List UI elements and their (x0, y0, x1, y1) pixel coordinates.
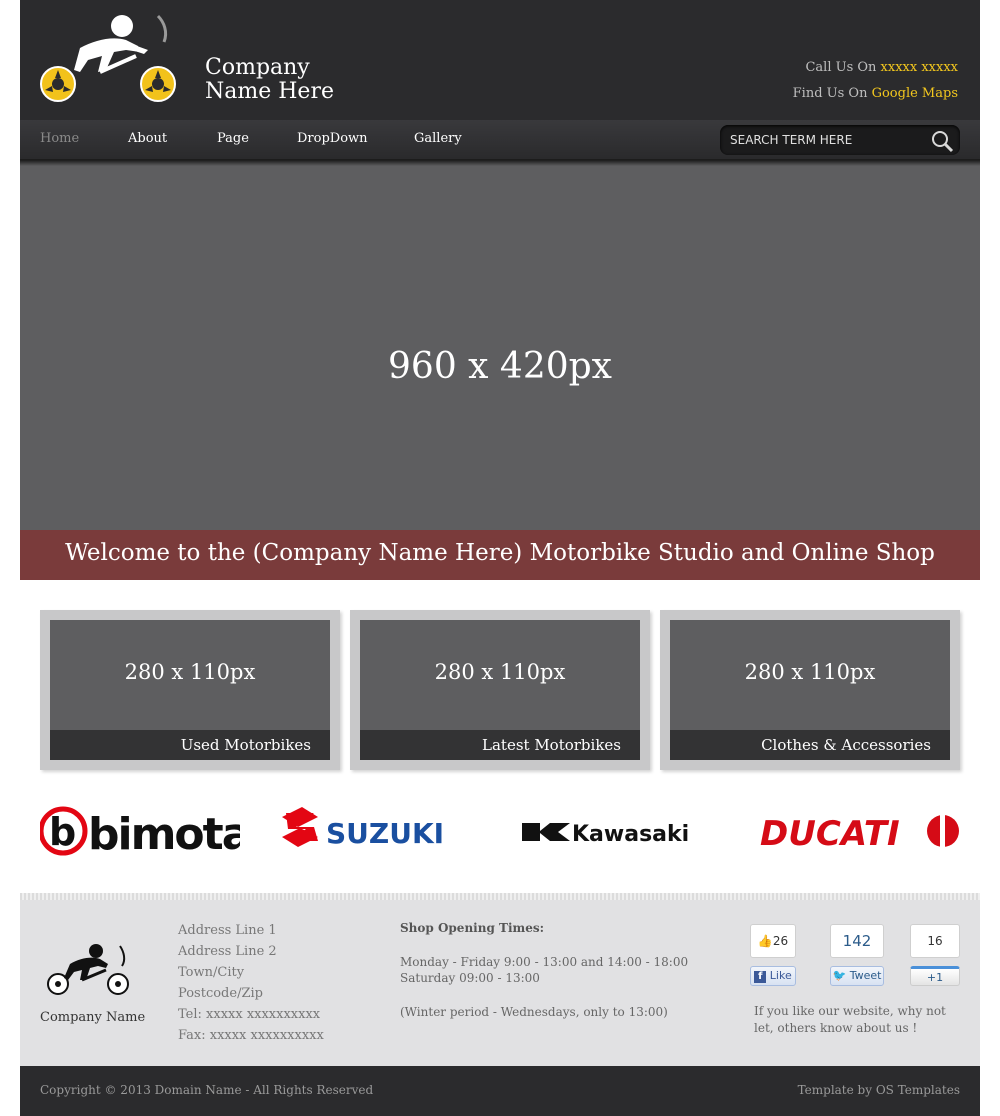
hero-slider[interactable]: 960 x 420px (20, 160, 980, 530)
feature-caption[interactable]: Latest Motorbikes (360, 730, 640, 760)
share-note: If you like our website, why not let, ot… (754, 1004, 946, 1035)
motorbike-rider-icon[interactable] (40, 12, 180, 104)
nav-item-about[interactable]: About (128, 131, 167, 146)
kawasaki-logo[interactable]: Kawasaki (520, 805, 720, 857)
feature-image-placeholder: 280 x 110px (434, 660, 566, 684)
template-credit-link[interactable]: Template by OS Templates (798, 1083, 960, 1097)
feature-card-used[interactable]: 280 x 110px Used Motorbikes (40, 610, 340, 770)
find-us: Find Us On Google Maps (792, 86, 958, 101)
opening-hours: Shop Opening Times: Monday - Friday 9:00… (400, 920, 688, 1020)
feature-caption[interactable]: Clothes & Accessories (670, 730, 950, 760)
welcome-banner: Welcome to the (Company Name Here) Motor… (20, 530, 980, 580)
bimota-logo[interactable]: b bimota (40, 805, 240, 857)
nav-item-home[interactable]: Home (40, 131, 79, 146)
thumbs-up-icon: 👍 (757, 934, 773, 948)
tweet-count: 142 (830, 924, 884, 958)
feature-image[interactable]: 280 x 110px Latest Motorbikes (360, 620, 640, 760)
footer-company-name: Company Name (40, 1010, 146, 1025)
kawasaki-text: Kawasaki (572, 822, 689, 847)
feature-card-latest[interactable]: 280 x 110px Latest Motorbikes (350, 610, 650, 770)
bimota-text: bimota (88, 809, 240, 857)
address-line: Postcode/Zip (178, 986, 263, 1001)
copyright-bar: Copyright © 2013 Domain Name - All Right… (20, 1066, 980, 1116)
opening-hours-title: Shop Opening Times: (400, 921, 545, 935)
features-section: 280 x 110px Used Motorbikes 280 x 110px … (20, 580, 980, 890)
company-name-line1: Company (205, 55, 310, 80)
main-nav: Home About Page DropDown Gallery (20, 120, 980, 160)
twitter-tweet-widget[interactable]: 142 🐦 Tweet (830, 924, 884, 986)
footer-address: Address Line 1 Address Line 2 Town/City … (178, 920, 324, 1046)
google-maps-link[interactable]: Google Maps (872, 86, 958, 101)
opening-hours-note: (Winter period - Wednesdays, only to 13:… (400, 1005, 668, 1019)
feature-image[interactable]: 280 x 110px Used Motorbikes (50, 620, 330, 760)
search-icon[interactable] (930, 129, 954, 153)
google-plus-widget[interactable]: 16 +1 (910, 924, 960, 986)
hero-placeholder: 960 x 420px (388, 346, 612, 387)
address-line: Address Line 1 (178, 923, 277, 938)
nav-shadow (20, 160, 980, 166)
feature-caption[interactable]: Used Motorbikes (50, 730, 330, 760)
feature-card-clothes[interactable]: 280 x 110px Clothes & Accessories (660, 610, 960, 770)
company-name-line2: Name Here (205, 79, 334, 104)
opening-hours-weekdays: Monday - Friday 9:00 - 13:00 and 14:00 -… (400, 955, 689, 969)
google-plus-one-button[interactable]: +1 (910, 966, 960, 986)
svg-text:b: b (49, 810, 76, 854)
nav-item-gallery[interactable]: Gallery (414, 131, 462, 146)
suzuki-text: SUZUKI (326, 817, 444, 850)
ducati-text: DUCATI (760, 814, 900, 854)
feature-image-placeholder: 280 x 110px (744, 660, 876, 684)
address-line: Address Line 2 (178, 944, 277, 959)
like-count: 👍26 (750, 924, 796, 958)
nav-item-dropdown[interactable]: DropDown (297, 131, 368, 146)
address-line: Town/City (178, 965, 245, 980)
contact-info: Call Us On xxxxx xxxxx Find Us On Google… (793, 55, 958, 107)
opening-hours-saturday: Saturday 09:00 - 13:00 (400, 971, 540, 985)
call-us: Call Us On xxxxx xxxxx (805, 60, 958, 75)
search-box (720, 125, 960, 155)
plus-count: 16 (910, 924, 960, 958)
telephone: Tel: xxxxx xxxxxxxxxx (178, 1007, 321, 1022)
company-name[interactable]: Company Name Here (205, 56, 334, 104)
suzuki-logo[interactable]: SUZUKI (280, 805, 480, 857)
site-footer: Company Name Address Line 1 Address Line… (20, 900, 980, 1066)
facebook-like-button[interactable]: f Like (750, 966, 796, 986)
feature-image-placeholder: 280 x 110px (124, 660, 256, 684)
facebook-like-widget[interactable]: 👍26 f Like (750, 924, 796, 986)
copyright-text: Copyright © 2013 Domain Name - All Right… (40, 1083, 374, 1097)
site-header: Company Name Here Call Us On xxxxx xxxxx… (20, 0, 980, 120)
tweet-button[interactable]: 🐦 Tweet (830, 966, 884, 986)
twitter-bird-icon: 🐦 (832, 969, 847, 982)
footer-motorbike-icon[interactable] (46, 942, 132, 998)
phone-number: xxxxx xxxxx (880, 60, 958, 75)
nav-item-page[interactable]: Page (217, 131, 249, 146)
fax: Fax: xxxxx xxxxxxxxxx (178, 1028, 324, 1043)
facebook-icon: f (754, 971, 767, 983)
search-input[interactable] (730, 131, 920, 149)
feature-image[interactable]: 280 x 110px Clothes & Accessories (670, 620, 950, 760)
ducati-logo[interactable]: DUCATI (760, 805, 960, 857)
